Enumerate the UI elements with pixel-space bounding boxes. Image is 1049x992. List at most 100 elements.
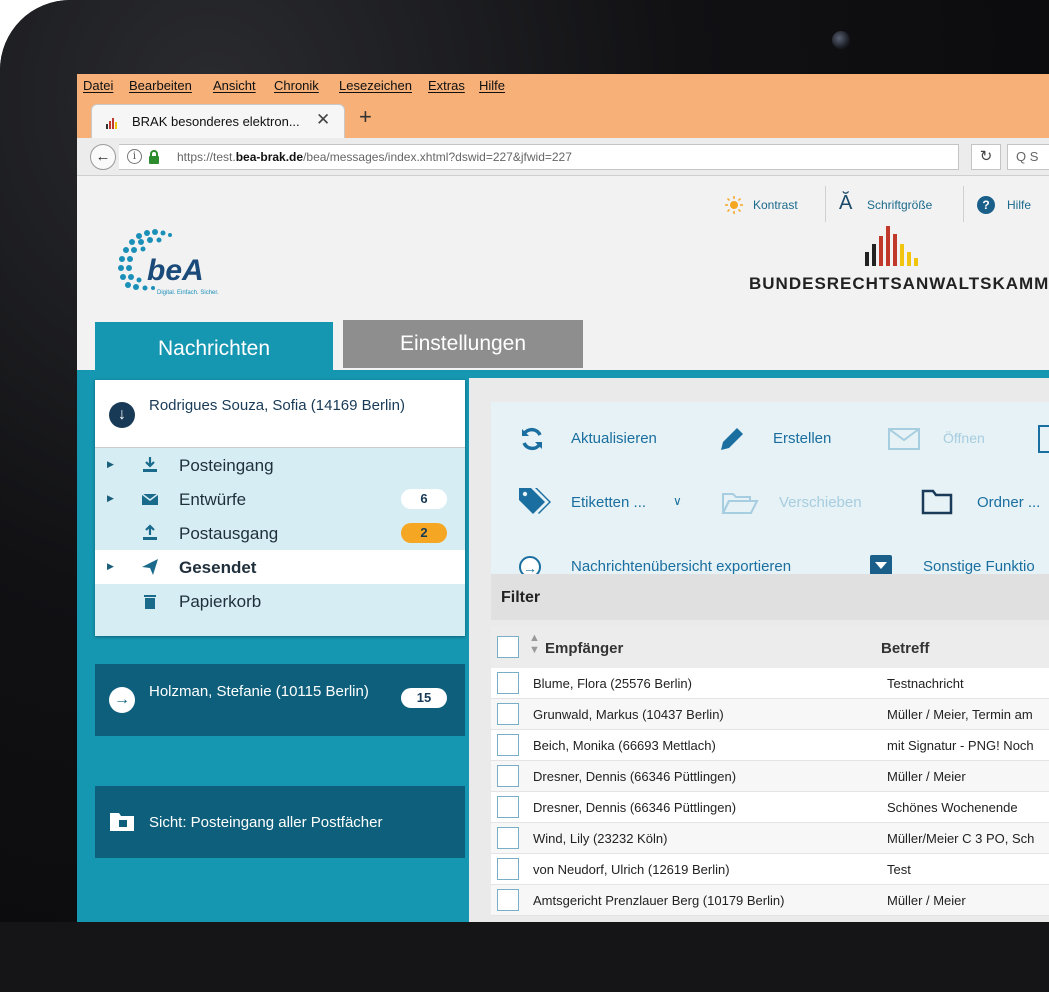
hilfe-link[interactable]: Hilfe [1007,198,1031,212]
reload-icon[interactable]: ↻ [971,144,1001,170]
bea-logo[interactable]: beA Digital. Einfach. Sicher. [99,220,249,315]
menu-datei[interactable]: Datei [83,78,113,93]
folder-postausgang[interactable]: Postausgang 2 [95,516,465,550]
menu-ansicht[interactable]: Ansicht [213,78,256,93]
row-checkbox[interactable] [497,734,519,756]
ordner-dropdown[interactable]: Ordner ... [977,494,1040,511]
message-table-body: Blume, Flora (25576 Berlin) Testnachrich… [469,668,1049,922]
navigation-bar: ← i https://test.bea-brak.de/bea/message… [77,138,1049,176]
table-row[interactable]: Beich, Monika (66693 Mettlach) mit Signa… [491,730,1049,761]
search-input[interactable]: Q S [1007,144,1049,170]
menu-hilfe[interactable]: Hilfe [479,78,505,93]
column-empfaenger[interactable]: Empfänger [545,640,623,657]
schriftgroesse-link[interactable]: Schriftgröße [867,198,932,212]
url-domain: bea-brak.de [235,150,304,164]
menu-chronik[interactable]: Chronik [274,78,319,93]
folder-icon[interactable] [921,488,953,516]
envelope-open-icon[interactable] [887,426,921,452]
account-card-holzman[interactable]: → Holzman, Stefanie (10115 Berlin) 15 [95,664,465,736]
exportieren-button[interactable]: Nachrichtenübersicht exportieren [571,558,791,575]
tags-icon[interactable] [517,486,553,516]
kontrast-link[interactable]: Kontrast [753,198,798,212]
aktualisieren-button[interactable]: Aktualisieren [571,430,657,447]
font-size-icon: Ă [839,192,853,214]
table-row[interactable]: Grunwald, Markus (10437 Berlin) Müller /… [491,699,1049,730]
row-checkbox[interactable] [497,889,519,911]
unread-badge: 15 [401,688,447,708]
row-checkbox[interactable] [497,765,519,787]
help-icon: ? [977,196,995,214]
tab-nachrichten[interactable]: Nachrichten [95,322,333,374]
tab-einstellungen[interactable]: Einstellungen [343,320,583,368]
subject-cell: Müller / Meier [887,893,966,908]
document-icon[interactable] [1037,424,1049,454]
action-toolbar: Aktualisieren Erstellen Öffnen Etiketten… [491,402,1049,578]
info-icon[interactable]: i [127,149,142,164]
table-header: ▲ ▼ Empfänger Betreff [491,626,1049,668]
expand-caret-icon[interactable]: ▶ [107,493,114,504]
table-row[interactable]: Wind, Lily (23232 Köln) Müller/Meier C 3… [491,823,1049,854]
account-name: Rodrigues Souza, Sofia (14169 Berlin) [149,397,405,414]
verschieben-button[interactable]: Verschieben [779,494,862,511]
pending-badge: 2 [401,523,447,543]
folder-move-icon[interactable] [721,490,759,516]
expand-caret-icon[interactable]: ▶ [107,561,114,572]
browser-tab[interactable]: BRAK besonderes elektron... ✕ [91,104,345,138]
folder-label: Posteingang [179,456,274,475]
tab-title: BRAK besonderes elektron... [132,114,300,129]
subject-cell: Müller / Meier, Termin am [887,707,1033,722]
recipient-cell: Beich, Monika (66693 Mettlach) [533,738,716,753]
row-checkbox[interactable] [497,858,519,880]
column-betreff[interactable]: Betreff [881,640,929,657]
url-path: /bea/messages/index.xhtml?dswid=227&jfwi… [303,150,572,164]
menu-bearbeiten[interactable]: Bearbeiten [129,78,192,93]
filter-bar[interactable]: Filter [491,574,1049,620]
etiketten-dropdown[interactable]: Etiketten ... [571,494,646,511]
folder-posteingang[interactable]: ▶ Posteingang [95,448,465,482]
organization-name: BUNDESRECHTSANWALTSKAMMER [749,274,1049,293]
row-checkbox[interactable] [497,827,519,849]
folder-papierkorb[interactable]: Papierkorb [95,584,465,618]
row-checkbox[interactable] [497,703,519,725]
url-bar[interactable]: i https://test.bea-brak.de/bea/messages/… [119,144,959,170]
url-text[interactable]: https://test.bea-brak.de/bea/messages/in… [177,150,572,164]
arrow-down-circle-icon[interactable]: ↓ [109,402,135,428]
table-row[interactable]: Blume, Flora (25576 Berlin) Testnachrich… [491,668,1049,699]
expand-caret-icon[interactable]: ▶ [107,459,114,470]
brak-logo-icon [865,226,918,266]
screen: Datei Bearbeiten Ansicht Chronik Lesezei… [77,74,1049,922]
new-tab-button[interactable]: + [359,104,372,130]
erstellen-button[interactable]: Erstellen [773,430,831,447]
table-row[interactable]: von Neudorf, Ulrich (12619 Berlin) Test [491,854,1049,885]
folder-label: Papierkorb [179,592,262,611]
view-selector[interactable]: Sicht: Posteingang aller Postfächer [95,786,465,858]
arrow-right-circle-icon[interactable]: → [109,687,135,713]
divider [825,186,826,222]
refresh-icon[interactable] [519,426,545,452]
filter-label: Filter [501,589,541,606]
chevron-down-icon[interactable]: ∨ [673,494,682,508]
folder-list: ▶ Posteingang ▶ Entwürfe 6 Postausgang 2 [95,448,465,636]
row-checkbox[interactable] [497,672,519,694]
back-arrow-icon[interactable]: ← [90,144,116,170]
table-row[interactable]: Amtsgericht Prenzlauer Berg (10179 Berli… [491,885,1049,916]
folder-entwuerfe[interactable]: ▶ Entwürfe 6 [95,482,465,516]
row-checkbox[interactable] [497,796,519,818]
sonstige-funktionen-button[interactable]: Sonstige Funktio [923,558,1035,575]
pencil-icon[interactable] [717,424,747,454]
menu-lesezeichen[interactable]: Lesezeichen [339,78,412,93]
recipient-cell: von Neudorf, Ulrich (12619 Berlin) [533,862,730,877]
paper-plane-icon [142,559,158,575]
inbox-download-icon [143,457,157,472]
folder-label: Entwürfe [179,490,247,509]
folder-gesendet[interactable]: ▶ Gesendet [95,550,465,584]
recipient-cell: Dresner, Dennis (66346 Püttlingen) [533,800,737,815]
sort-arrows-icon[interactable]: ▲ ▼ [529,632,540,656]
table-row[interactable]: Dresner, Dennis (66346 Püttlingen) Mülle… [491,761,1049,792]
table-row[interactable]: Dresner, Dennis (66346 Püttlingen) Schön… [491,792,1049,823]
select-all-checkbox[interactable] [497,636,519,658]
menu-extras[interactable]: Extras [428,78,465,93]
tab-close-icon[interactable]: ✕ [316,110,330,130]
oeffnen-button[interactable]: Öffnen [943,430,985,446]
account-header[interactable]: ↓ Rodrigues Souza, Sofia (14169 Berlin) [95,380,465,448]
